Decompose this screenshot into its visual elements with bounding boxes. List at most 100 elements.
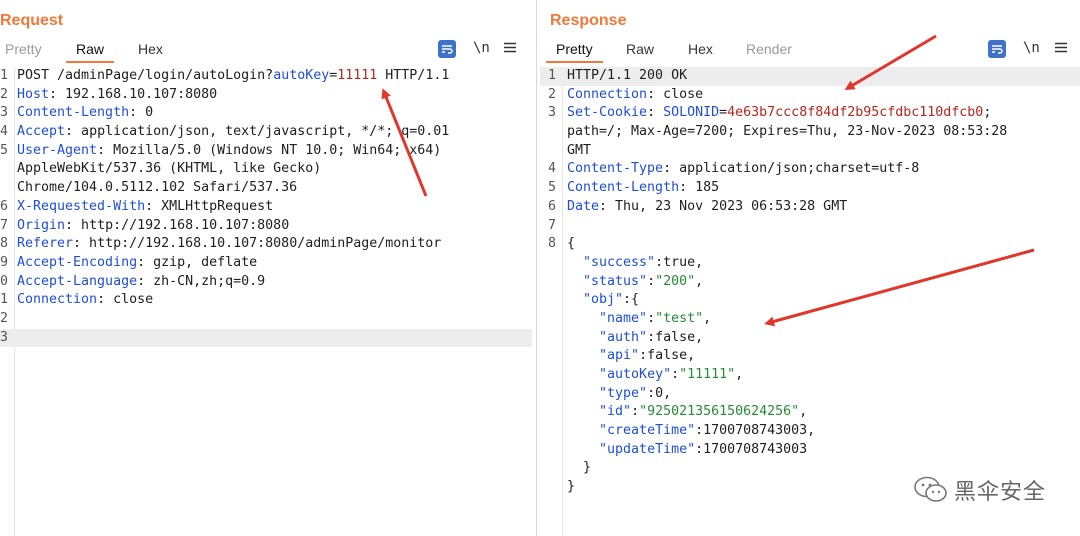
request-newline-toggle[interactable]: \n xyxy=(473,40,490,56)
request-code-line: 3 Content-Length: 0 xyxy=(0,104,532,123)
text-token: POST /adminPage/login/autoLogin? xyxy=(17,68,274,83)
text-token: = xyxy=(719,105,728,121)
line-number: 9 xyxy=(0,254,9,270)
text-token: :false, xyxy=(639,348,696,364)
header-key: Accept-Language xyxy=(17,273,138,289)
response-code-line: 6 Date: Thu, 23 Nov 2023 06:53:28 GMT xyxy=(540,198,1080,217)
header-key: "api" xyxy=(599,348,640,364)
response-newline-toggle[interactable]: \n xyxy=(1023,40,1040,56)
response-code-line: 7 xyxy=(540,217,1080,236)
text-token: : xyxy=(671,367,680,382)
line-content: Host: 192.168.10.107:8080 xyxy=(17,86,217,105)
text-token: ; xyxy=(983,105,992,121)
pane-divider[interactable] xyxy=(536,0,537,536)
response-tab-raw[interactable]: Raw xyxy=(626,41,654,57)
response-title: Response xyxy=(550,12,627,29)
text-token: : 192.168.10.107:8080 xyxy=(49,86,218,102)
response-tabs: Pretty Raw Hex Render \n xyxy=(540,38,1080,63)
text-token: : 185 xyxy=(679,180,720,196)
response-code-line: 1 HTTP/1.1 200 OK xyxy=(540,67,1080,86)
line-content: Content-Length: 0 xyxy=(17,104,153,123)
string-token: "925021356150624256" xyxy=(639,404,800,420)
text-token: : xyxy=(647,273,656,289)
line-number: 7 xyxy=(548,217,557,233)
request-menu-button[interactable] xyxy=(504,40,516,58)
header-key: "autoKey" xyxy=(599,367,672,382)
line-number: 7 xyxy=(0,217,9,233)
response-tab-hex[interactable]: Hex xyxy=(688,41,713,57)
text-token: : Thu, 23 Nov 2023 06:53:28 GMT xyxy=(599,198,848,214)
line-number: 3 xyxy=(0,105,9,121)
line-content: "api":false, xyxy=(567,347,695,366)
line-content: } xyxy=(567,478,575,497)
request-code-line: 6 X-Requested-With: XMLHttpRequest xyxy=(0,198,532,217)
text-token: path=/; Max-Age=7200; Expires=Thu, 23-No… xyxy=(567,124,1008,140)
header-key: SOLONID xyxy=(663,105,720,121)
line-number: 0 xyxy=(0,273,9,289)
request-tab-hex[interactable]: Hex xyxy=(138,41,163,57)
request-tab-pretty[interactable]: Pretty xyxy=(5,41,42,57)
header-key: Accept xyxy=(17,124,66,140)
line-content: "auth":false, xyxy=(567,329,703,348)
number-token: 4e63b7ccc8f84df2b95cfdbc110dfcb0 xyxy=(727,105,984,121)
line-content: Accept: application/json, text/javascrip… xyxy=(17,123,449,142)
request-code-line: 1 POST /adminPage/login/autoLogin?autoKey… xyxy=(0,67,532,86)
string-token: "test" xyxy=(655,310,704,326)
text-token: : xyxy=(631,404,640,420)
request-code-line: 5 User-Agent: Mozilla/5.0 (Windows NT 10.… xyxy=(0,142,532,161)
line-content: Connection: close xyxy=(567,86,703,105)
header-key: "status" xyxy=(583,273,648,289)
text-token: : http://192.168.10.107:8080/adminPage/m… xyxy=(73,236,442,252)
text-token: : XMLHttpRequest xyxy=(145,198,274,214)
line-number: 3 xyxy=(0,329,9,345)
response-code-line: "api":false, xyxy=(540,347,1080,366)
header-key: Connection xyxy=(17,292,98,308)
header-key: "name" xyxy=(599,310,648,326)
text-token: { xyxy=(567,236,576,252)
watermark-text: 黑伞安全 xyxy=(953,480,1046,505)
line-content: "success":true, xyxy=(567,254,703,273)
line-number: 5 xyxy=(548,180,557,196)
response-menu-button[interactable] xyxy=(1055,40,1067,58)
line-content: } xyxy=(567,459,591,478)
response-editor[interactable]: 1 HTTP/1.1 200 OK 2 Connection: close 3 Set-C… xyxy=(540,67,1080,536)
request-wrap-button[interactable] xyxy=(438,40,456,58)
request-code-line: 0 Accept-Language: zh-CN,zh;q=0.9 xyxy=(0,273,532,292)
request-code-line: 2 Host: 192.168.10.107:8080 xyxy=(0,86,532,105)
response-code-line: "status":"200", xyxy=(540,273,1080,292)
line-number: 1 xyxy=(0,292,9,308)
request-title: Request xyxy=(0,12,64,29)
header-key: autoKey xyxy=(273,68,330,83)
header-key: Referer xyxy=(17,236,74,252)
text-token: GMT xyxy=(567,142,592,158)
header-key: "success" xyxy=(583,254,656,270)
request-tabs: Pretty Raw Hex \n xyxy=(0,38,532,63)
text-token: , xyxy=(695,273,704,289)
line-number: 8 xyxy=(0,236,9,252)
request-editor[interactable]: 1 POST /adminPage/login/autoLogin?autoKey… xyxy=(0,67,532,536)
text-wrap-icon xyxy=(442,45,453,54)
text-token: : Mozilla/5.0 (Windows NT 10.0; Win64; x… xyxy=(97,142,442,158)
header-key: Origin xyxy=(17,217,66,233)
line-content: "name":"test", xyxy=(567,310,711,329)
response-wrap-button[interactable] xyxy=(988,40,1006,58)
header-key: User-Agent xyxy=(17,142,98,158)
line-content: Referer: http://192.168.10.107:8080/admi… xyxy=(17,235,441,254)
line-content: Accept-Encoding: gzip, deflate xyxy=(17,254,257,273)
response-tab-render[interactable]: Render xyxy=(746,41,792,57)
response-code-line: path=/; Max-Age=7200; Expires=Thu, 23-No… xyxy=(540,123,1080,142)
text-token: } xyxy=(567,460,592,476)
line-content: "id":"925021356150624256", xyxy=(567,403,807,422)
request-tab-raw[interactable]: Raw xyxy=(65,41,115,63)
line-number: 5 xyxy=(0,142,9,158)
watermark: 黑伞安全 xyxy=(914,474,1046,506)
text-token: : http://192.168.10.107:8080 xyxy=(65,217,290,233)
response-tab-pretty[interactable]: Pretty xyxy=(546,41,603,63)
text-token: : close xyxy=(97,292,154,308)
